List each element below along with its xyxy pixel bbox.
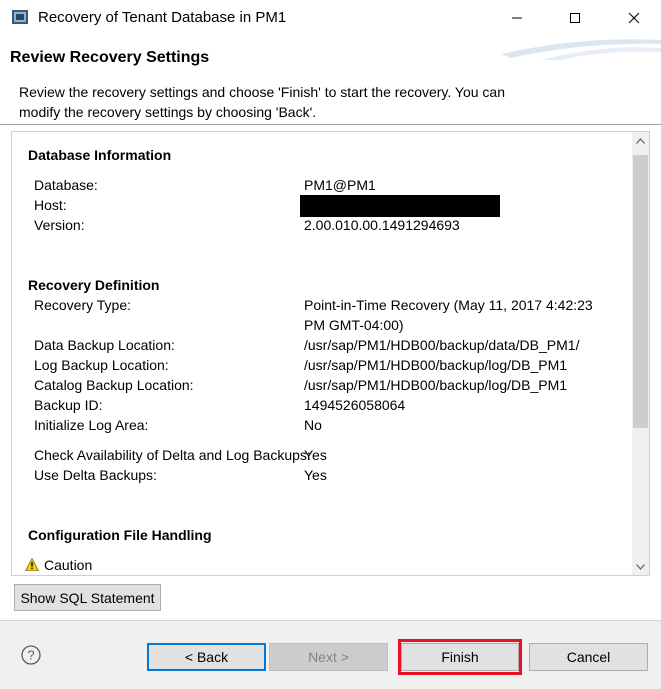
minimize-button[interactable] xyxy=(494,0,540,36)
host-value-redacted xyxy=(300,195,500,217)
svg-text:?: ? xyxy=(27,648,34,663)
chevron-down-icon xyxy=(636,563,645,570)
use-delta-backups-label: Use Delta Backups: xyxy=(34,467,157,483)
help-button[interactable]: ? xyxy=(21,645,41,665)
minimize-icon xyxy=(512,17,522,19)
page-description: Review the recovery settings and choose … xyxy=(19,84,506,120)
scroll-down-button[interactable] xyxy=(632,558,649,575)
scroll-up-button[interactable] xyxy=(632,132,649,149)
config-file-handling-title: Configuration File Handling xyxy=(28,527,212,543)
header-divider xyxy=(0,124,661,125)
data-backup-location-value: /usr/sap/PM1/HDB00/backup/data/DB_PM1/ xyxy=(304,337,580,353)
scroll-thumb[interactable] xyxy=(633,155,648,428)
initialize-log-area-value: No xyxy=(304,417,322,433)
settings-summary-panel: Database Information Database: PM1@PM1 H… xyxy=(11,131,650,576)
catalog-backup-location-label: Catalog Backup Location: xyxy=(34,377,194,393)
show-sql-statement-button[interactable]: Show SQL Statement xyxy=(14,584,161,611)
data-backup-location-label: Data Backup Location: xyxy=(34,337,175,353)
recovery-type-value-cont: PM GMT-04:00) xyxy=(304,317,404,333)
caution-label: Caution xyxy=(44,557,93,573)
window-titlebar: Recovery of Tenant Database in PM1 xyxy=(0,0,661,36)
recovery-definition-title: Recovery Definition xyxy=(28,277,160,293)
wizard-header: Review Recovery Settings Review the reco… xyxy=(0,36,661,124)
help-icon: ? xyxy=(21,645,41,665)
close-button[interactable] xyxy=(611,0,657,36)
version-label: Version: xyxy=(34,217,85,233)
version-value: 2.00.010.00.1491294693 xyxy=(304,217,460,233)
vertical-scrollbar[interactable] xyxy=(632,132,649,575)
next-button[interactable]: Next > xyxy=(269,643,388,671)
database-info-title: Database Information xyxy=(28,147,172,163)
maximize-button[interactable] xyxy=(552,0,598,36)
backup-id-label: Backup ID: xyxy=(34,397,103,413)
cancel-button[interactable]: Cancel xyxy=(529,643,648,671)
back-button[interactable]: < Back xyxy=(147,643,266,671)
check-availability-label: Check Availability of Delta and Log Back… xyxy=(34,447,311,463)
log-backup-location-label: Log Backup Location: xyxy=(34,357,169,373)
page-title: Review Recovery Settings xyxy=(10,49,210,66)
catalog-backup-location-value: /usr/sap/PM1/HDB00/backup/log/DB_PM1 xyxy=(304,377,568,393)
backup-id-value: 1494526058064 xyxy=(304,397,406,413)
chevron-up-icon xyxy=(636,137,645,144)
warning-icon xyxy=(25,558,39,571)
recovery-type-value: Point-in-Time Recovery (May 11, 2017 4:4… xyxy=(304,297,593,313)
use-delta-backups-value: Yes xyxy=(304,467,327,483)
initialize-log-area-label: Initialize Log Area: xyxy=(34,417,149,433)
header-decoration xyxy=(501,39,661,60)
check-availability-value: Yes xyxy=(304,447,327,463)
host-label: Host: xyxy=(34,197,67,213)
database-value: PM1@PM1 xyxy=(304,177,376,193)
recovery-type-label: Recovery Type: xyxy=(34,297,132,313)
wizard-button-bar: ? < Back Next > Finish Cancel xyxy=(0,621,661,689)
finish-button[interactable]: Finish xyxy=(401,643,519,671)
window-title: Recovery of Tenant Database in PM1 xyxy=(38,9,287,26)
maximize-icon xyxy=(570,13,580,23)
database-label: Database: xyxy=(34,177,98,193)
close-icon xyxy=(628,12,640,24)
log-backup-location-value: /usr/sap/PM1/HDB00/backup/log/DB_PM1 xyxy=(304,357,568,373)
database-recovery-icon xyxy=(12,10,28,24)
